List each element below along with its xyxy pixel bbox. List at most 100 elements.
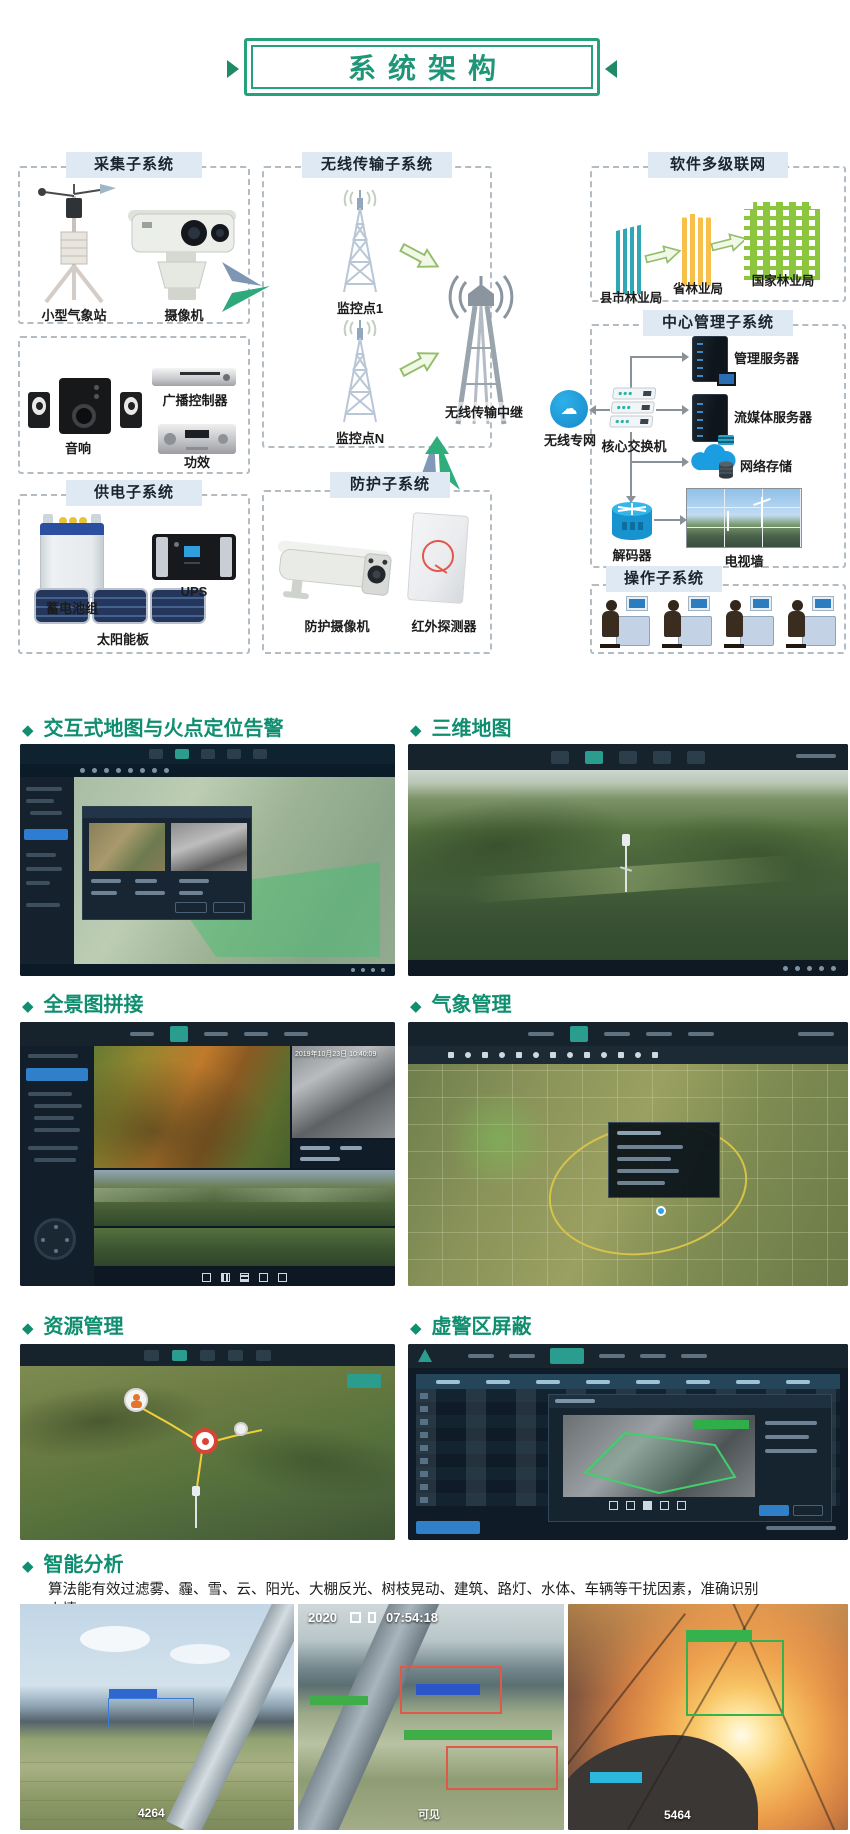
page: 系统架构 采集子系统 小型气象站 摄像机 [0,0,850,1834]
fire-marker [192,1428,218,1454]
person-marker [124,1388,148,1412]
page-title: 系统架构 [336,47,508,87]
detection-bar-blue [416,1684,480,1695]
toolbar-tab [227,749,241,759]
wireless-subsystem-tab: 无线传输子系统 [302,152,452,178]
screenshot-resource [20,1344,395,1540]
diamond-icon: ◆ [410,998,422,1015]
center-subsystem-tab: 中心管理子系统 [643,310,793,336]
toolbar-tab [551,751,569,764]
detection-box-green [686,1640,784,1716]
solar-panel-label: 太阳能板 [78,629,168,648]
ups-icon [152,534,236,580]
popup-thumb-visible [89,823,165,871]
speaker-label: 音响 [48,438,108,457]
terrain-3d [408,770,848,960]
toolbar-tab [201,749,215,759]
monitor-tower-n-icon [328,320,392,426]
diamond-icon: ◆ [410,722,422,739]
heading-analysis: ◆智能分析 [22,1548,124,1577]
panorama-strip-1 [94,1170,395,1226]
diamond-icon: ◆ [22,998,34,1015]
toolbar-tab [200,1350,215,1361]
monitor-point-1-label: 监控点1 [328,298,392,317]
decoder-label: 解码器 [606,545,658,564]
screenshot-interactive-map [20,744,395,976]
toolbar-tab [253,749,267,759]
toolbar-tab [149,749,163,759]
software-network-tab: 软件多级联网 [648,152,788,178]
photo-analysis-2: 2020 07:54:18 可见 [298,1604,564,1830]
toolbar-tab [653,751,671,764]
power-subsystem-tab: 供电子系统 [66,480,202,506]
amplifier-icon [158,424,236,454]
operator-workstation-icon [660,592,712,648]
connector [631,461,684,463]
heading-interactive-map: ◆交互式地图与火点定位告警 [22,712,284,741]
wireless-private-net-icon: ☁ [550,390,588,428]
bridge-beam [298,1604,451,1830]
thermal-osd-timestamp: 2019年10月23日 10:40:09 [295,1049,376,1059]
screenshot-weather [408,1022,848,1286]
heading-weather: ◆气象管理 [410,988,512,1017]
detection-bar-cyan [590,1772,642,1783]
ui-statusbar [408,960,848,976]
detection-box [108,1698,194,1728]
connector [630,356,632,390]
protection-camera-label: 防护摄像机 [290,616,384,635]
title-banner: 系统架构 [244,38,600,96]
ups-label: UPS [170,584,218,599]
banner-right-arrow-icon [596,60,617,78]
osd-glyph [368,1612,376,1623]
bottom-action-button [416,1521,480,1534]
toolbar-tab-active [175,749,189,759]
location-marker [656,1206,666,1216]
ui-topbar [408,1344,848,1368]
screenshot-3d-map [408,744,848,976]
sidebar-button [26,1068,88,1081]
toolbar-tab-active [585,751,603,764]
photo-code: 5464 [664,1808,691,1822]
core-switch-icon [606,386,658,434]
diamond-icon: ◆ [22,1320,34,1337]
toolbar-tab-active [550,1348,584,1364]
alarm-popup [82,806,252,920]
table-header [416,1374,840,1389]
terrain-3d [20,1366,395,1540]
detection-box-red-2 [446,1746,558,1790]
watch-tower-marker [620,834,632,894]
pagination-controls [609,1501,686,1510]
protection-camera-icon [274,524,396,612]
amplifier-label: 功效 [168,452,226,471]
core-switch-label: 核心交换机 [594,436,674,455]
county-bureau-label: 县市林业局 [594,287,668,306]
photo-note: 可见 [418,1806,440,1822]
flow-arrow-icon [220,262,272,312]
photo-analysis-3: 5464 [568,1604,848,1830]
toolbar-tab [687,751,705,764]
stream-server-label: 流媒体服务器 [734,407,830,426]
tv-wall-label: 电视墙 [718,551,770,570]
ui-bottombar [94,1268,395,1286]
connector [630,356,684,358]
mgmt-server-label: 管理服务器 [734,348,818,367]
mask-popup [548,1394,832,1522]
national-building-icon [744,202,820,280]
connector [654,519,682,521]
heading-false-alarm: ◆虚警区屏蔽 [410,1310,532,1339]
operator-workstation-icon [598,592,650,648]
diamond-icon: ◆ [22,722,34,739]
detection-bar-green-small [310,1696,368,1705]
ui-sidebar [20,1046,94,1286]
toolbar-tab [228,1350,243,1361]
weather-popup [608,1122,720,1198]
screenshot-panorama: 2019年10月23日 10:40:09 [20,1022,395,1286]
broadcast-controller-icon [152,368,236,386]
popup-button-primary [759,1505,789,1516]
photo-analysis-1: 4264 [20,1604,294,1830]
screenshot-false-alarm [408,1344,848,1540]
stream-server-icon [692,394,728,442]
panorama-strip-2 [94,1228,395,1266]
toolbar-tab [619,751,637,764]
province-bureau-label: 省林业局 [668,278,728,297]
